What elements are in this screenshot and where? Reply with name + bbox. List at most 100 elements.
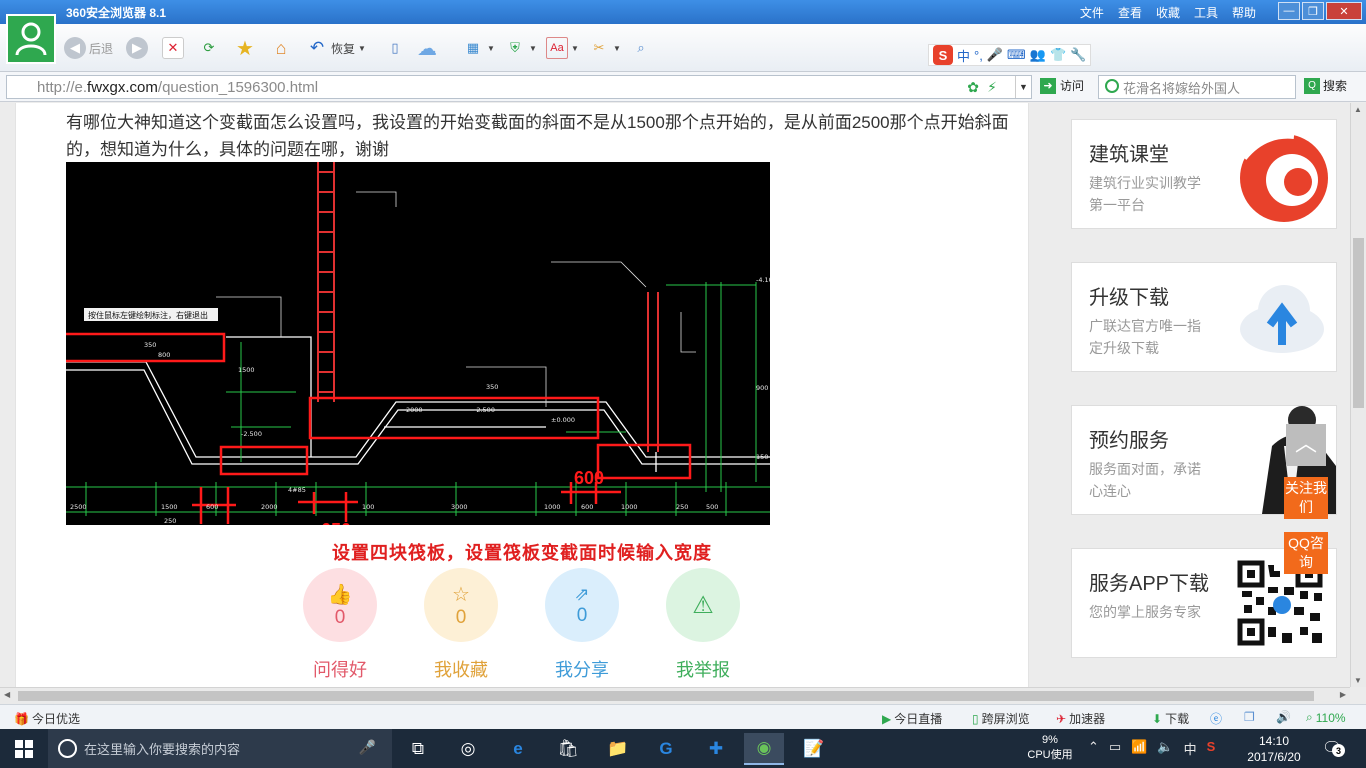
sogou-tray-icon[interactable]: S (1207, 739, 1216, 758)
url-input[interactable]: http://e. fwxgx.com/question_1596300.html… (6, 75, 1032, 99)
microphone-icon[interactable]: 🎤 (359, 739, 376, 756)
store-icon[interactable]: 🛍 (548, 733, 588, 765)
search-engine-icon (1105, 79, 1119, 93)
speed-icon[interactable]: ⚡ (987, 79, 997, 96)
windows-icon[interactable]: ❐ (1244, 710, 1255, 724)
zoom-level[interactable]: ⌕ 110% (1306, 710, 1346, 725)
favorite-question-button[interactable]: ☆ 0 我收藏 (423, 568, 499, 682)
live-label: 今日直播 (894, 712, 943, 726)
system-clock[interactable]: 14:10 2017/6/20 (1242, 733, 1306, 765)
action-center-button[interactable]: 🗨 3 (1322, 738, 1345, 758)
compat-mode-icon[interactable]: ✿ (967, 79, 979, 96)
cross-screen-button[interactable]: ▯ 跨屏浏览 (972, 710, 1030, 727)
chevron-up-icon[interactable]: ⌃ (1088, 739, 1099, 758)
user-avatar[interactable] (6, 14, 56, 64)
scroll-right-icon[interactable]: ▶ (1340, 690, 1346, 699)
follow-label: 关注我们 (1285, 480, 1327, 515)
zoom-icon: ⌕ (1306, 710, 1313, 724)
visit-button[interactable]: ➜ 访问 (1040, 77, 1084, 94)
menu-item-favorites[interactable]: 收藏 (1156, 4, 1180, 21)
cad-dimension-text: ±0.000 (551, 416, 575, 424)
horizontal-scroll-thumb[interactable] (18, 691, 1314, 701)
apps-button[interactable]: ▦ ▼ (462, 35, 495, 61)
cpu-label: CPU使用 (1027, 749, 1073, 761)
task-view-icon[interactable]: ⧉ (398, 733, 438, 765)
taskbar-search[interactable]: 在这里输入你要搜索的内容 🎤 (48, 729, 392, 768)
menu-item-tools[interactable]: 工具 (1194, 4, 1218, 21)
restore-tab-button[interactable]: ↶ 恢复 ▼ (306, 35, 366, 61)
volume-icon[interactable]: 🔊 (1276, 710, 1291, 724)
stop-button[interactable]: ✕ (162, 35, 184, 61)
accelerator-label: 加速器 (1069, 712, 1106, 726)
undo-icon: ↶ (309, 38, 325, 57)
home-button[interactable]: ⌂ (270, 35, 292, 61)
menu-bar: 文件 查看 收藏 工具 帮助 (1080, 4, 1256, 21)
url-dropdown-icon[interactable]: ▼ (1015, 76, 1031, 98)
notepad-icon[interactable]: 📝 (794, 733, 834, 765)
cloud-button[interactable]: ☁ (416, 35, 438, 61)
horizontal-scrollbar[interactable]: ◀ ▶ (0, 687, 1350, 704)
security-button[interactable]: ⛨ ▼ (504, 35, 537, 61)
restore-button[interactable]: ❐ (1302, 2, 1324, 20)
glodon-app-icon[interactable]: G (646, 733, 686, 765)
screenshot-button[interactable]: ✂ ▼ (588, 35, 621, 61)
card-desc: 服务面对面，承诺心连心 (1089, 461, 1201, 499)
label-600-right: 600 (574, 468, 604, 488)
wifi-icon[interactable]: 📶 (1131, 739, 1147, 758)
battery-icon[interactable]: ▭ (1109, 739, 1121, 758)
thumbs-up-icon: 👍 (327, 583, 353, 606)
app-switcher-icon[interactable]: ◎ (448, 733, 488, 765)
menu-item-help[interactable]: 帮助 (1232, 4, 1256, 21)
cad-dimension-text: 900 (756, 384, 768, 392)
cad-dimension-text: 600 (581, 503, 593, 511)
card-upgrade-download[interactable]: 升级下载 广联达官方唯一指定升级下载 (1071, 262, 1337, 372)
card-building-class[interactable]: 建筑课堂 建筑行业实训教学第一平台 (1071, 119, 1337, 229)
phone-button[interactable]: ▯ (384, 35, 406, 61)
edge-icon[interactable]: e (498, 733, 538, 765)
refresh-button[interactable]: ⟳ (198, 35, 220, 61)
start-button[interactable] (0, 729, 48, 768)
vertical-scroll-thumb[interactable] (1353, 238, 1364, 408)
raft-note: 设置四块筏板，设置筏板变截面时候输入宽度 (332, 543, 712, 564)
status-bar: 🎁 今日优选 ▶ 今日直播 ▯ 跨屏浏览 ✈ 加速器 ⬇ 下载 ⓔ ❐ 🔊 ⌕ … (0, 704, 1366, 729)
translate-button[interactable]: Aa ▼ (546, 35, 579, 61)
scroll-up-icon[interactable]: ▲ (1354, 105, 1362, 114)
follow-us-button[interactable]: 关注我们 (1284, 477, 1328, 519)
menu-item-file[interactable]: 文件 (1080, 4, 1104, 21)
zoom-button[interactable]: ⌕ (630, 35, 652, 61)
forward-button[interactable]: ▶ (126, 35, 148, 61)
favorite-button[interactable]: ★ (234, 35, 256, 61)
keyboard-icon: ⌨ (1007, 47, 1026, 62)
star-icon: ★ (236, 37, 254, 60)
live-button[interactable]: ▶ 今日直播 (882, 710, 942, 727)
qq-consult-button[interactable]: QQ咨询 (1284, 532, 1328, 574)
ie-icon[interactable]: ⓔ (1210, 710, 1222, 727)
file-explorer-icon[interactable]: 📁 (598, 733, 638, 765)
back-button[interactable]: ◀ 后退 (64, 35, 113, 61)
today-picks-button[interactable]: 🎁 今日优选 (14, 710, 80, 727)
speaker-icon[interactable]: 🔈 (1157, 739, 1173, 758)
magnifier-icon: ⌕ (637, 40, 645, 55)
navigation-toolbar: ◀ 后退 ▶ ✕ ⟳ ★ ⌂ ↶ 恢复 ▼ ▯ ☁ ▦ ▼ ⛨ ▼ Aa ▼ ✂… (0, 24, 1366, 72)
minimize-button[interactable]: — (1278, 2, 1300, 20)
input-method-label[interactable]: 中 (1184, 739, 1197, 758)
cad-screenshot[interactable]: 按住鼠标左键绘制标注，右键退出 600 650 600 2500 1500 600 2… (60, 162, 777, 548)
url-prefix: http://e. (37, 78, 88, 96)
360-browser-taskbar-icon[interactable]: ◉ (744, 733, 784, 765)
search-button[interactable]: Q 搜索 (1304, 77, 1347, 94)
search-input[interactable]: 花滑名将嫁给外国人 (1098, 75, 1296, 99)
share-question-button[interactable]: ⇗ 0 我分享 (544, 568, 620, 682)
teamviewer-icon[interactable]: ✚ (696, 733, 736, 765)
accelerator-button[interactable]: ✈ 加速器 (1056, 710, 1105, 727)
close-window-button[interactable]: ✕ (1326, 2, 1362, 20)
download-button[interactable]: ⬇ 下载 (1152, 710, 1189, 727)
vertical-scrollbar[interactable]: ▲ ▼ (1350, 103, 1366, 687)
menu-item-view[interactable]: 查看 (1118, 4, 1142, 21)
report-question-button[interactable]: ⚠ 我举报 (665, 568, 741, 682)
chevron-down-icon: ▼ (487, 43, 495, 53)
ime-toolbar[interactable]: S 中 °, 🎤 ⌨ 👥 👕 🔧 (928, 44, 1092, 66)
back-to-top-button[interactable]: ︿ (1286, 424, 1326, 466)
good-question-button[interactable]: 👍 0 问得好 (302, 568, 378, 682)
scroll-left-icon[interactable]: ◀ (4, 690, 10, 699)
scroll-down-icon[interactable]: ▼ (1354, 676, 1362, 685)
